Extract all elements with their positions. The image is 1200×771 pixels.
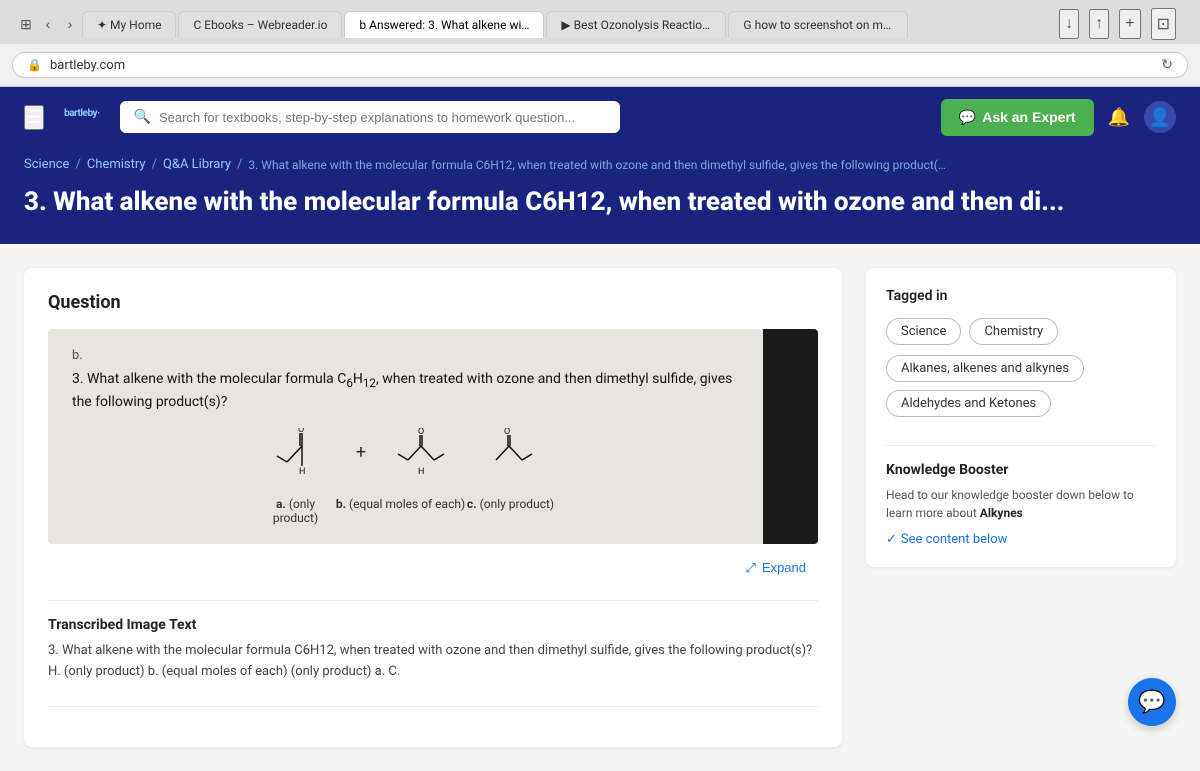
chevron-down-icon: ✓ (886, 532, 897, 547)
knowledge-booster: Knowledge Booster Head to our knowledge … (886, 445, 1156, 547)
svg-text:H: H (418, 467, 424, 477)
user-icon-symbol: 👤 (1149, 107, 1171, 128)
tabs-btn[interactable]: ⊡ (1151, 8, 1176, 40)
header-right: 💬 Ask an Expert 🔔 👤 (941, 99, 1176, 136)
breadcrumb-sep-3: / (237, 157, 242, 172)
transcribed-title: Transcribed Image Text (48, 617, 818, 633)
search-icon: 🔍 (134, 109, 151, 125)
wide-tags: Alkanes, alkenes and alkynes Aldehydes a… (886, 355, 1156, 425)
tag-science[interactable]: Science (886, 318, 961, 345)
breadcrumb-sep-1: / (75, 157, 80, 172)
site-header: ☰ bartleby· 🔍 💬 Ask an Expert 🔔 👤 (0, 87, 1200, 147)
right-panel: Tagged in Science Chemistry Alkanes, alk… (866, 268, 1176, 748)
tagged-in-card: Tagged in Science Chemistry Alkanes, alk… (866, 268, 1176, 567)
image-question-text: 3. What alkene with the molecular formul… (72, 369, 739, 414)
breadcrumb: Science / Chemistry / Q&A Library / 3. W… (24, 157, 1176, 172)
svg-text:O: O (298, 428, 304, 435)
kb-title: Knowledge Booster (886, 462, 1156, 478)
tab-my-home[interactable]: ✦ My Home (82, 11, 176, 38)
chat-icon: 💬 (1138, 690, 1165, 715)
structure-a-svg: O H (272, 428, 332, 483)
main-content: Question b. 3. What alkene with the mole… (0, 244, 1200, 771)
tab-screenshot[interactable]: G how to screenshot on mac - Google Sear… (728, 11, 908, 38)
breadcrumb-sep-2: / (152, 157, 157, 172)
question-label: Question (48, 292, 818, 313)
tab-favicon: G (743, 18, 754, 32)
logo-mark: · (97, 108, 99, 119)
label-a: a. (only product) (256, 497, 336, 525)
forward-btn[interactable]: › (60, 14, 80, 34)
image-content: b. 3. What alkene with the molecular for… (48, 332, 763, 541)
expand-icon: ⤢ (746, 560, 756, 576)
url-text: bartleby.com (50, 58, 125, 73)
plus-sign: + (356, 442, 366, 483)
search-input[interactable] (159, 110, 606, 125)
tag-aldehydes[interactable]: Aldehydes and Ketones (886, 390, 1051, 417)
notification-bell-icon[interactable]: 🔔 (1108, 107, 1130, 128)
share-btn[interactable]: ↑ (1089, 9, 1109, 39)
back-btn[interactable]: ‹ (38, 14, 58, 34)
search-bar: 🔍 (120, 101, 620, 133)
download-btn[interactable]: ↓ (1059, 9, 1079, 39)
structure-a: O H (272, 428, 332, 483)
hamburger-menu[interactable]: ☰ (24, 105, 44, 130)
svg-text:H: H (299, 467, 305, 477)
tab-favicon: ▶ (561, 18, 573, 32)
expand-bar: ⤢ Expand (48, 552, 818, 584)
structure-b-svg: O H (390, 428, 460, 483)
svg-text:O: O (418, 428, 424, 437)
structure-c-svg: O (484, 428, 539, 483)
breadcrumb-chemistry[interactable]: Chemistry (87, 157, 146, 172)
url-bar[interactable]: 🔒 bartleby.com ↻ (12, 52, 1188, 78)
tag-chemistry[interactable]: Chemistry (969, 318, 1058, 345)
kb-text: Head to our knowledge booster down below… (886, 486, 1156, 522)
user-avatar[interactable]: 👤 (1144, 101, 1176, 133)
browser-tabs: ⊞ ‹ › ✦ My Home C Ebooks – Webreader.io … (0, 0, 1200, 44)
breadcrumb-current: 3. What alkene with the molecular formul… (248, 158, 948, 172)
lock-icon: 🔒 (27, 58, 42, 72)
chat-bubble-btn[interactable]: 💬 (1128, 678, 1176, 726)
tags-row: Science Chemistry (886, 318, 1156, 345)
ask-expert-btn[interactable]: 💬 Ask an Expert (941, 99, 1094, 136)
tab-favicon: ✦ (97, 18, 110, 32)
tab-answered[interactable]: b Answered: 3. What alkene with the mole… (344, 11, 544, 38)
tab-favicon: C (193, 18, 204, 32)
tab-best-ozonolysis[interactable]: ▶ Best Ozonolysis Reaction Trick for Alk… (546, 11, 726, 38)
label-c: c. (only product) (466, 497, 556, 525)
ask-expert-icon: 💬 (959, 109, 976, 126)
see-content-btn[interactable]: ✓ See content below (886, 532, 1156, 547)
page-title: 3. What alkene with the molecular formul… (24, 186, 1176, 220)
dark-sidebar-bar (763, 329, 818, 544)
expand-btn[interactable]: ⤢ Expand (746, 560, 807, 576)
sidebar-toggle-btn[interactable]: ⊞ (16, 14, 36, 34)
tab-ebooks[interactable]: C Ebooks – Webreader.io (178, 11, 342, 38)
transcribed-text: 3. What alkene with the molecular formul… (48, 641, 818, 683)
divider-2 (48, 706, 818, 707)
structure-c: O (484, 428, 539, 483)
refresh-icon[interactable]: ↻ (1161, 57, 1173, 73)
divider-1 (48, 600, 818, 601)
url-bar-row: 🔒 bartleby.com ↻ (0, 44, 1200, 86)
tab-favicon: b (359, 18, 369, 32)
structures-row: O H + O (72, 428, 739, 483)
new-tab-btn[interactable]: + (1119, 9, 1140, 39)
kb-highlight: Alkynes (980, 506, 1023, 520)
tagged-in-label: Tagged in (886, 288, 1156, 304)
breadcrumb-science[interactable]: Science (24, 157, 69, 172)
breadcrumb-hero: Science / Chemistry / Q&A Library / 3. W… (0, 147, 1200, 244)
logo: bartleby· (64, 103, 99, 131)
question-panel: Question b. 3. What alkene with the mole… (24, 268, 842, 748)
labels-row: a. (only product) b. (equal moles of eac… (72, 497, 739, 525)
tag-alkanes[interactable]: Alkanes, alkenes and alkynes (886, 355, 1084, 382)
structure-b: O H (390, 428, 460, 483)
browser-chrome: ⊞ ‹ › ✦ My Home C Ebooks – Webreader.io … (0, 0, 1200, 87)
question-image: b. 3. What alkene with the molecular for… (48, 329, 818, 544)
label-b: b. (equal moles of each) (336, 497, 466, 525)
letter-b: b. (72, 348, 739, 363)
question-image-wrap: b. 3. What alkene with the molecular for… (48, 329, 818, 544)
breadcrumb-qa-library[interactable]: Q&A Library (163, 157, 231, 172)
